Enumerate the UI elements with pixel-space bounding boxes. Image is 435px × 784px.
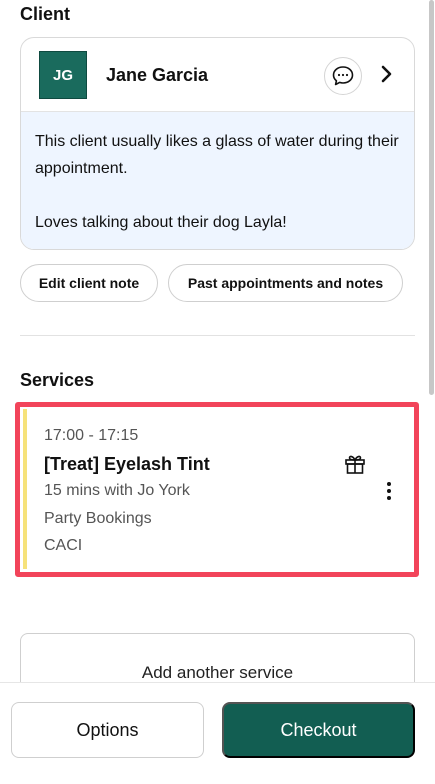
open-client-button[interactable]	[375, 62, 399, 86]
checkout-button[interactable]: Checkout	[222, 702, 415, 758]
options-button[interactable]: Options	[11, 702, 204, 758]
gift-icon[interactable]	[343, 452, 367, 476]
service-tag: Party Bookings	[44, 510, 152, 527]
client-note-line: Loves talking about their dog Layla!	[35, 214, 287, 231]
chevron-right-icon	[381, 65, 392, 83]
service-card[interactable]: 17:00 - 17:15 [Treat] Eyelash Tint 15 mi…	[23, 409, 411, 569]
footer-bar: Options Checkout	[0, 682, 435, 784]
client-card: JG Jane Garcia This client usually likes…	[20, 37, 415, 250]
past-appointments-button[interactable]: Past appointments and notes	[168, 264, 403, 302]
client-header[interactable]: JG Jane Garcia	[21, 38, 414, 112]
service-color-accent	[23, 409, 27, 569]
edit-client-note-button[interactable]: Edit client note	[20, 264, 158, 302]
more-vertical-icon[interactable]	[379, 479, 399, 503]
message-client-button[interactable]	[324, 57, 362, 95]
avatar: JG	[39, 51, 87, 99]
client-note: This client usually likes a glass of wat…	[21, 112, 414, 249]
client-section-title: Client	[20, 4, 71, 24]
divider	[20, 335, 415, 336]
service-tag: CACI	[44, 537, 83, 554]
service-name: [Treat] Eyelash Tint	[44, 454, 210, 474]
chat-icon	[332, 66, 354, 86]
service-duration-staff: 15 mins with Jo York	[44, 482, 190, 499]
client-name: Jane Garcia	[106, 65, 209, 85]
service-time: 17:00 - 17:15	[44, 427, 139, 444]
services-section-title: Services	[20, 370, 95, 390]
client-note-line: This client usually likes a glass of wat…	[35, 133, 399, 177]
scrollbar[interactable]	[429, 0, 434, 395]
